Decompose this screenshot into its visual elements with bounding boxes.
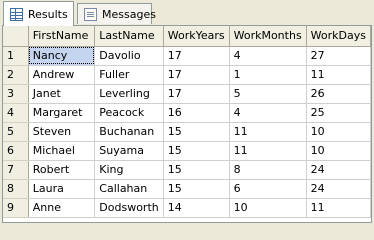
cell-workdays[interactable]: 24 bbox=[306, 179, 371, 199]
cell-workdays[interactable]: 11 bbox=[306, 65, 371, 85]
cell-workmonths[interactable]: 5 bbox=[229, 84, 307, 104]
cell-workmonths[interactable]: 4 bbox=[229, 103, 307, 123]
table-row[interactable]: 4 Margaret Peacock 16 4 25 bbox=[3, 103, 371, 123]
grid-corner[interactable] bbox=[3, 26, 29, 47]
cell-workyears[interactable]: 15 bbox=[163, 141, 230, 161]
cell-firstname[interactable]: Andrew bbox=[28, 65, 96, 85]
header-row: FirstName LastName WorkYears WorkMonths … bbox=[3, 26, 371, 47]
cell-workmonths[interactable]: 6 bbox=[229, 179, 307, 199]
cell-firstname[interactable]: Laura bbox=[28, 179, 96, 199]
cell-workmonths[interactable]: 8 bbox=[229, 160, 307, 180]
row-number[interactable]: 3 bbox=[3, 84, 29, 104]
column-header-workmonths[interactable]: WorkMonths bbox=[229, 26, 307, 47]
row-number[interactable]: 1 bbox=[3, 46, 29, 66]
table-row[interactable]: 5 Steven Buchanan 15 11 10 bbox=[3, 122, 371, 142]
cell-lastname[interactable]: Peacock bbox=[94, 103, 164, 123]
cell-firstname[interactable]: Margaret bbox=[28, 103, 96, 123]
table-row[interactable]: 6 Michael Suyama 15 11 10 bbox=[3, 141, 371, 161]
cell-workyears[interactable]: 17 bbox=[163, 65, 230, 85]
cell-workyears[interactable]: 16 bbox=[163, 103, 230, 123]
cell-workdays[interactable]: 10 bbox=[306, 141, 371, 161]
table-row[interactable]: 2 Andrew Fuller 17 1 11 bbox=[3, 65, 371, 85]
cell-workdays[interactable]: 10 bbox=[306, 122, 371, 142]
table-row[interactable]: 1 Nancy Davolio 17 4 27 bbox=[3, 46, 371, 66]
cell-lastname[interactable]: Callahan bbox=[94, 179, 164, 199]
column-header-workdays[interactable]: WorkDays bbox=[306, 26, 371, 47]
column-header-lastname[interactable]: LastName bbox=[94, 26, 164, 47]
tab-results-label: Results bbox=[28, 7, 68, 21]
column-header-firstname[interactable]: FirstName bbox=[28, 26, 96, 47]
messages-icon bbox=[84, 7, 97, 21]
cell-firstname[interactable]: Nancy bbox=[28, 46, 96, 66]
cell-workyears[interactable]: 17 bbox=[163, 84, 230, 104]
table-row[interactable]: 3 Janet Leverling 17 5 26 bbox=[3, 84, 371, 104]
cell-firstname[interactable]: Robert bbox=[28, 160, 96, 180]
cell-workyears[interactable]: 15 bbox=[163, 179, 230, 199]
cell-workmonths[interactable]: 11 bbox=[229, 141, 307, 161]
cell-workmonths[interactable]: 10 bbox=[229, 198, 307, 218]
cell-lastname[interactable]: Suyama bbox=[94, 141, 164, 161]
cell-workmonths[interactable]: 11 bbox=[229, 122, 307, 142]
table-row[interactable]: 7 Robert King 15 8 24 bbox=[3, 160, 371, 180]
cell-workyears[interactable]: 17 bbox=[163, 46, 230, 66]
row-number[interactable]: 2 bbox=[3, 65, 29, 85]
cell-workdays[interactable]: 24 bbox=[306, 160, 371, 180]
cell-lastname[interactable]: Leverling bbox=[94, 84, 164, 104]
tab-results[interactable]: Results bbox=[3, 1, 74, 26]
cell-workdays[interactable]: 27 bbox=[306, 46, 371, 66]
table-row[interactable]: 9 Anne Dodsworth 14 10 11 bbox=[3, 198, 371, 218]
column-header-workyears[interactable]: WorkYears bbox=[163, 26, 230, 47]
cell-workdays[interactable]: 11 bbox=[306, 198, 371, 218]
cell-workdays[interactable]: 25 bbox=[306, 103, 371, 123]
tab-messages-label: Messages bbox=[102, 7, 156, 21]
results-grid[interactable]: FirstName LastName WorkYears WorkMonths … bbox=[2, 25, 372, 223]
table-row[interactable]: 8 Laura Callahan 15 6 24 bbox=[3, 179, 371, 199]
row-number[interactable]: 5 bbox=[3, 122, 29, 142]
cell-firstname[interactable]: Anne bbox=[28, 198, 96, 218]
cell-lastname[interactable]: Davolio bbox=[94, 46, 164, 66]
cell-workyears[interactable]: 14 bbox=[163, 198, 230, 218]
tab-messages[interactable]: Messages bbox=[77, 3, 156, 24]
row-number[interactable]: 7 bbox=[3, 160, 29, 180]
cell-lastname[interactable]: Buchanan bbox=[94, 122, 164, 142]
row-number[interactable]: 4 bbox=[3, 103, 29, 123]
results-grid-icon bbox=[10, 7, 23, 21]
cell-workyears[interactable]: 15 bbox=[163, 122, 230, 142]
row-number[interactable]: 8 bbox=[3, 179, 29, 199]
results-tab-bar: Results Messages bbox=[0, 0, 374, 26]
cell-lastname[interactable]: Fuller bbox=[94, 65, 164, 85]
cell-firstname[interactable]: Janet bbox=[28, 84, 96, 104]
cell-lastname[interactable]: King bbox=[94, 160, 164, 180]
cell-workdays[interactable]: 26 bbox=[306, 84, 371, 104]
cell-workyears[interactable]: 15 bbox=[163, 160, 230, 180]
cell-firstname[interactable]: Steven bbox=[28, 122, 96, 142]
cell-workmonths[interactable]: 1 bbox=[229, 65, 307, 85]
row-number[interactable]: 6 bbox=[3, 141, 29, 161]
row-number[interactable]: 9 bbox=[3, 198, 29, 218]
cell-firstname[interactable]: Michael bbox=[28, 141, 96, 161]
results-table: FirstName LastName WorkYears WorkMonths … bbox=[3, 26, 371, 218]
cell-lastname[interactable]: Dodsworth bbox=[94, 198, 164, 218]
cell-workmonths[interactable]: 4 bbox=[229, 46, 307, 66]
